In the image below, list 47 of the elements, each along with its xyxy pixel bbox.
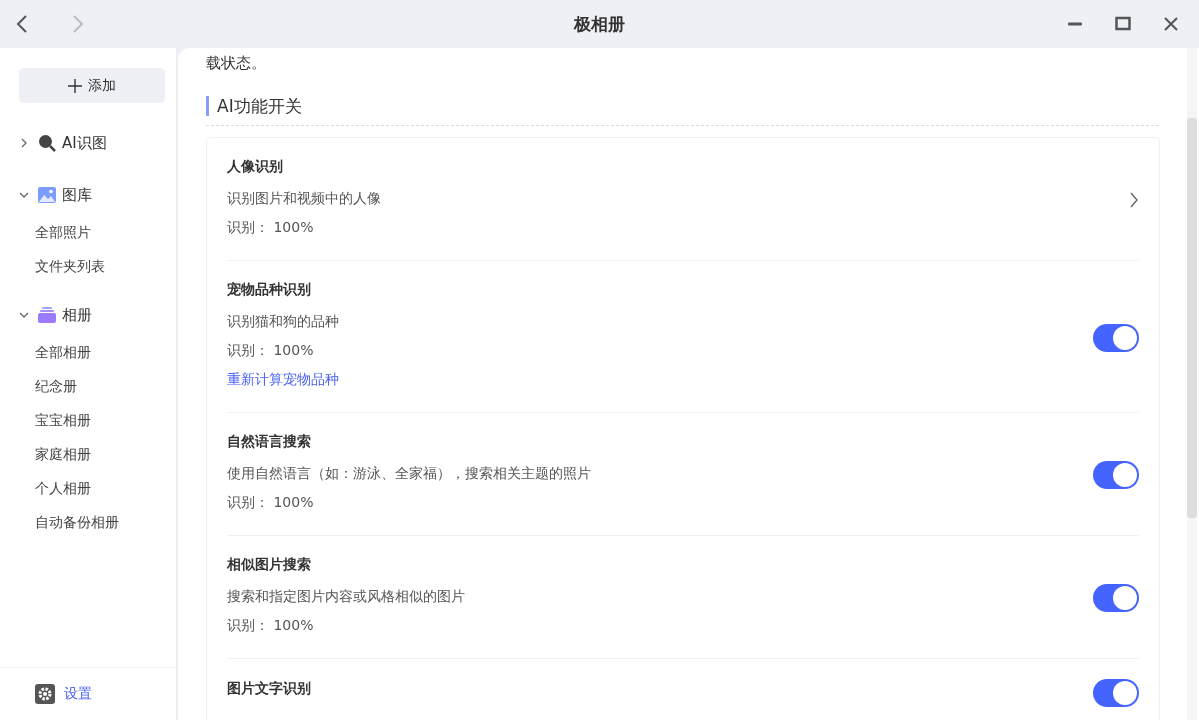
- intro-text: 载状态。: [206, 54, 267, 73]
- chevron-right-icon[interactable]: [19, 138, 29, 148]
- add-button[interactable]: 添加: [19, 68, 165, 103]
- recognition-status: 识别： 100%: [227, 616, 315, 635]
- feature-description: 识别图片和视频中的人像: [227, 189, 381, 208]
- chevron-right-icon[interactable]: [1129, 192, 1139, 208]
- feature-description: 搜索和指定图片内容或风格相似的图片: [227, 587, 465, 606]
- close-icon[interactable]: [1163, 16, 1179, 32]
- toggle-switch[interactable]: [1093, 584, 1139, 612]
- feature-description: 识别猫和狗的品种: [227, 312, 339, 331]
- picture-icon: [38, 187, 56, 203]
- sidebar-item[interactable]: 相册: [62, 305, 92, 325]
- toggle-switch[interactable]: [1093, 323, 1139, 352]
- section-title: AI功能开关: [206, 96, 302, 116]
- sidebar-item[interactable]: AI识图: [62, 133, 107, 153]
- sidebar-item[interactable]: 全部照片: [19, 215, 163, 249]
- back-icon[interactable]: [16, 15, 28, 33]
- sidebar-item[interactable]: 自动备份相册: [19, 505, 163, 539]
- recognition-status: 识别： 100%: [227, 493, 315, 512]
- sidebar-item[interactable]: 家庭相册: [19, 437, 163, 471]
- feature-title: 图片文字识别: [227, 680, 311, 698]
- sidebar-item[interactable]: 文件夹列表: [19, 249, 163, 283]
- sidebar-item[interactable]: 宝宝相册: [19, 403, 163, 437]
- chevron-down-icon[interactable]: [19, 310, 29, 320]
- album-icon: [38, 307, 56, 323]
- maximize-icon[interactable]: [1115, 16, 1131, 32]
- feature-title: 宠物品种识别: [227, 281, 312, 299]
- feature-title: 相似图片搜索: [227, 556, 312, 574]
- settings-icon[interactable]: [35, 684, 55, 704]
- plus-icon: [68, 78, 82, 93]
- sidebar-item[interactable]: 纪念册: [19, 369, 163, 403]
- feature-description: 使用自然语言（如：游泳、全家福），搜索相关主题的照片: [227, 464, 591, 483]
- feature-title: 人像识别: [227, 158, 284, 176]
- sidebar-item[interactable]: 个人相册: [19, 471, 163, 505]
- sidebar-item[interactable]: 图库: [62, 185, 92, 205]
- scrollbar-thumb[interactable]: [1187, 118, 1197, 518]
- chevron-down-icon[interactable]: [19, 190, 29, 200]
- window-title: 极相册: [574, 12, 625, 36]
- toggle-switch[interactable]: [1093, 679, 1139, 707]
- sidebar-item[interactable]: 全部相册: [19, 335, 163, 369]
- recognition-status: 识别： 100%: [227, 341, 315, 360]
- recalculate-link[interactable]: 重新计算宠物品种: [227, 365, 339, 394]
- settings-link[interactable]: 设置: [64, 685, 92, 703]
- toggle-switch[interactable]: [1093, 461, 1139, 489]
- feature-title: 自然语言搜索: [227, 433, 312, 451]
- search-icon: [38, 134, 56, 152]
- recognition-status: 识别： 100%: [227, 218, 315, 237]
